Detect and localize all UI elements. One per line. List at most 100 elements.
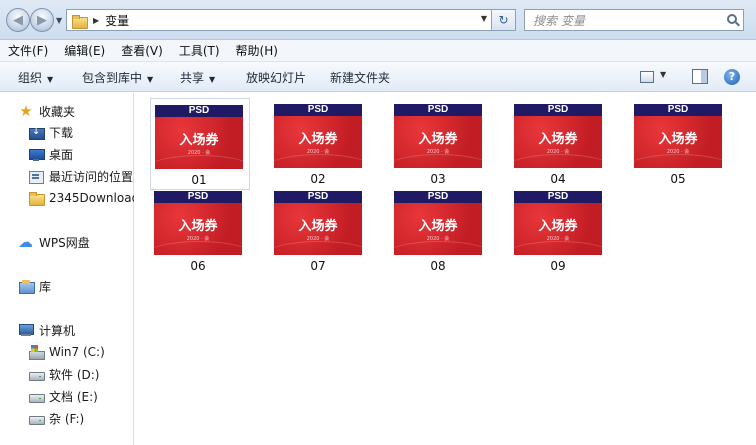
image-thumbnail: PSD 入场券 2020 · 会 bbox=[514, 104, 602, 168]
decorative-wave bbox=[274, 241, 362, 255]
drive-icon bbox=[28, 389, 45, 403]
nav-recent-places[interactable]: 最近访问的位置 bbox=[28, 166, 133, 186]
library-icon bbox=[18, 279, 35, 294]
star-icon: ★ bbox=[19, 102, 33, 120]
preview-pane-icon[interactable] bbox=[692, 69, 708, 84]
nav-downloads[interactable]: 下载 bbox=[28, 122, 73, 142]
address-field[interactable]: ▶ 变量 ▼ bbox=[66, 9, 492, 31]
breadcrumb-chevron-icon[interactable]: ▶ bbox=[93, 16, 99, 25]
thumbnail-band: PSD bbox=[394, 191, 482, 203]
image-thumbnail: PSD 入场券 2020 · 会 bbox=[394, 104, 482, 168]
breadcrumb-current[interactable]: 变量 bbox=[105, 12, 129, 29]
image-thumbnail: PSD 入场券 2020 · 会 bbox=[394, 191, 482, 255]
organize-label: 组织 bbox=[18, 71, 43, 85]
nav-label: 杂 (F:) bbox=[49, 411, 85, 426]
file-tile[interactable]: PSD 入场券 2020 · 会 07 bbox=[270, 185, 370, 277]
thumbnail-title: 入场券 bbox=[538, 219, 578, 234]
nav-label: 桌面 bbox=[49, 147, 74, 162]
nav-label: 计算机 bbox=[39, 323, 76, 338]
decorative-wave bbox=[154, 241, 242, 255]
back-button[interactable]: ◀ bbox=[6, 8, 30, 32]
recent-places-icon bbox=[28, 169, 44, 184]
image-thumbnail: PSD 入场券 2020 · 会 bbox=[154, 191, 242, 255]
share-label: 共享 bbox=[180, 71, 205, 85]
include-in-library-button[interactable]: 包含到库中 ▼ bbox=[82, 69, 153, 86]
cloud-icon bbox=[18, 233, 34, 251]
nav-label: 软件 (D:) bbox=[49, 367, 100, 382]
nav-drive-c[interactable]: Win7 (C:) bbox=[28, 342, 105, 362]
file-tile[interactable]: PSD 入场券 2020 · 会 02 bbox=[270, 98, 370, 190]
address-dropdown-icon[interactable]: ▼ bbox=[481, 14, 487, 23]
file-name: 07 bbox=[310, 259, 326, 273]
thumbnail-band: PSD bbox=[514, 191, 602, 203]
nav-wps-cloud[interactable]: WPS网盘 bbox=[18, 232, 90, 252]
thumbnail-title: 入场券 bbox=[418, 132, 458, 147]
menu-edit[interactable]: 编辑(E) bbox=[56, 42, 113, 59]
thumbnail-title: 入场券 bbox=[418, 219, 458, 234]
thumbnail-band: PSD bbox=[154, 191, 242, 203]
slideshow-button[interactable]: 放映幻灯片 bbox=[246, 69, 306, 86]
folder-icon bbox=[28, 191, 45, 206]
new-folder-button[interactable]: 新建文件夹 bbox=[330, 69, 390, 86]
file-tile[interactable]: PSD 入场券 2020 · 会 03 bbox=[390, 98, 490, 190]
decorative-wave bbox=[514, 241, 602, 255]
file-tile[interactable]: PSD 入场券 2020 · 会 06 bbox=[150, 185, 250, 277]
file-tile[interactable]: PSD 入场券 2020 · 会 09 bbox=[510, 185, 610, 277]
folder-icon bbox=[71, 14, 88, 29]
decorative-wave bbox=[155, 155, 243, 169]
thumbnail-band: PSD bbox=[274, 191, 362, 203]
search-placeholder: 搜索 变量 bbox=[533, 13, 585, 28]
refresh-button[interactable]: ↻ bbox=[492, 9, 516, 31]
nav-drive-f[interactable]: 杂 (F:) bbox=[28, 408, 84, 428]
help-icon[interactable]: ? bbox=[724, 69, 740, 85]
file-tile[interactable]: PSD 入场券 2020 · 会 08 bbox=[390, 185, 490, 277]
nav-drive-e[interactable]: 文档 (E:) bbox=[28, 386, 98, 406]
file-name: 03 bbox=[430, 172, 446, 186]
file-tile[interactable]: PSD 入场券 2020 · 会 04 bbox=[510, 98, 610, 190]
thumbnail-band: PSD bbox=[514, 104, 602, 116]
nav-label: 下载 bbox=[49, 125, 74, 140]
decorative-wave bbox=[634, 154, 722, 168]
view-options-dropdown[interactable]: ▼ bbox=[660, 70, 666, 79]
drive-icon bbox=[28, 367, 45, 381]
recent-pages-dropdown[interactable]: ▼ bbox=[56, 16, 62, 25]
system-drive-icon bbox=[28, 345, 45, 360]
menu-file[interactable]: 文件(F) bbox=[0, 42, 56, 59]
thumbnail-title: 入场券 bbox=[298, 219, 338, 234]
file-tile[interactable]: PSD 入场券 2020 · 会 01 bbox=[150, 98, 250, 190]
decorative-wave bbox=[514, 154, 602, 168]
image-thumbnail: PSD 入场券 2020 · 会 bbox=[634, 104, 722, 168]
nav-2345downloads[interactable]: 2345Downloads bbox=[28, 188, 134, 208]
decorative-wave bbox=[394, 241, 482, 255]
image-thumbnail: PSD 入场券 2020 · 会 bbox=[155, 105, 243, 169]
nav-favorites[interactable]: ★ 收藏夹 bbox=[18, 101, 75, 121]
menu-bar: 文件(F) 编辑(E) 查看(V) 工具(T) 帮助(H) bbox=[0, 40, 756, 62]
nav-label: 文档 (E:) bbox=[49, 389, 98, 404]
nav-desktop[interactable]: 桌面 bbox=[28, 144, 73, 164]
nav-label: 2345Downloads bbox=[49, 191, 134, 205]
change-view-icon[interactable] bbox=[640, 71, 654, 83]
navigation-pane: ★ 收藏夹 下载 桌面 最近访问的位置 2345Downloads WPS网盘 … bbox=[0, 93, 134, 445]
desktop-icon bbox=[28, 147, 45, 161]
image-thumbnail: PSD 入场券 2020 · 会 bbox=[514, 191, 602, 255]
organize-button[interactable]: 组织 ▼ bbox=[18, 69, 53, 86]
search-input[interactable]: 搜索 变量 bbox=[524, 9, 744, 31]
search-icon[interactable] bbox=[727, 14, 737, 24]
file-tile[interactable]: PSD 入场券 2020 · 会 05 bbox=[630, 98, 730, 190]
downloads-icon bbox=[28, 125, 45, 140]
share-button[interactable]: 共享 ▼ bbox=[180, 69, 215, 86]
forward-button[interactable]: ▶ bbox=[30, 8, 54, 32]
computer-icon bbox=[18, 323, 34, 337]
image-thumbnail: PSD 入场券 2020 · 会 bbox=[274, 104, 362, 168]
refresh-icon: ↻ bbox=[498, 13, 509, 27]
nav-computer[interactable]: 计算机 bbox=[18, 320, 75, 340]
menu-tools[interactable]: 工具(T) bbox=[171, 42, 228, 59]
nav-label: WPS网盘 bbox=[39, 235, 90, 250]
menu-help[interactable]: 帮助(H) bbox=[228, 42, 286, 59]
menu-view[interactable]: 查看(V) bbox=[113, 42, 171, 59]
nav-libraries[interactable]: 库 bbox=[18, 276, 51, 296]
thumbnail-title: 入场券 bbox=[179, 133, 219, 148]
decorative-wave bbox=[274, 154, 362, 168]
nav-drive-d[interactable]: 软件 (D:) bbox=[28, 364, 99, 384]
file-list: PSD 入场券 2020 · 会 01 PSD 入场券 2020 · 会 02 … bbox=[135, 93, 756, 445]
